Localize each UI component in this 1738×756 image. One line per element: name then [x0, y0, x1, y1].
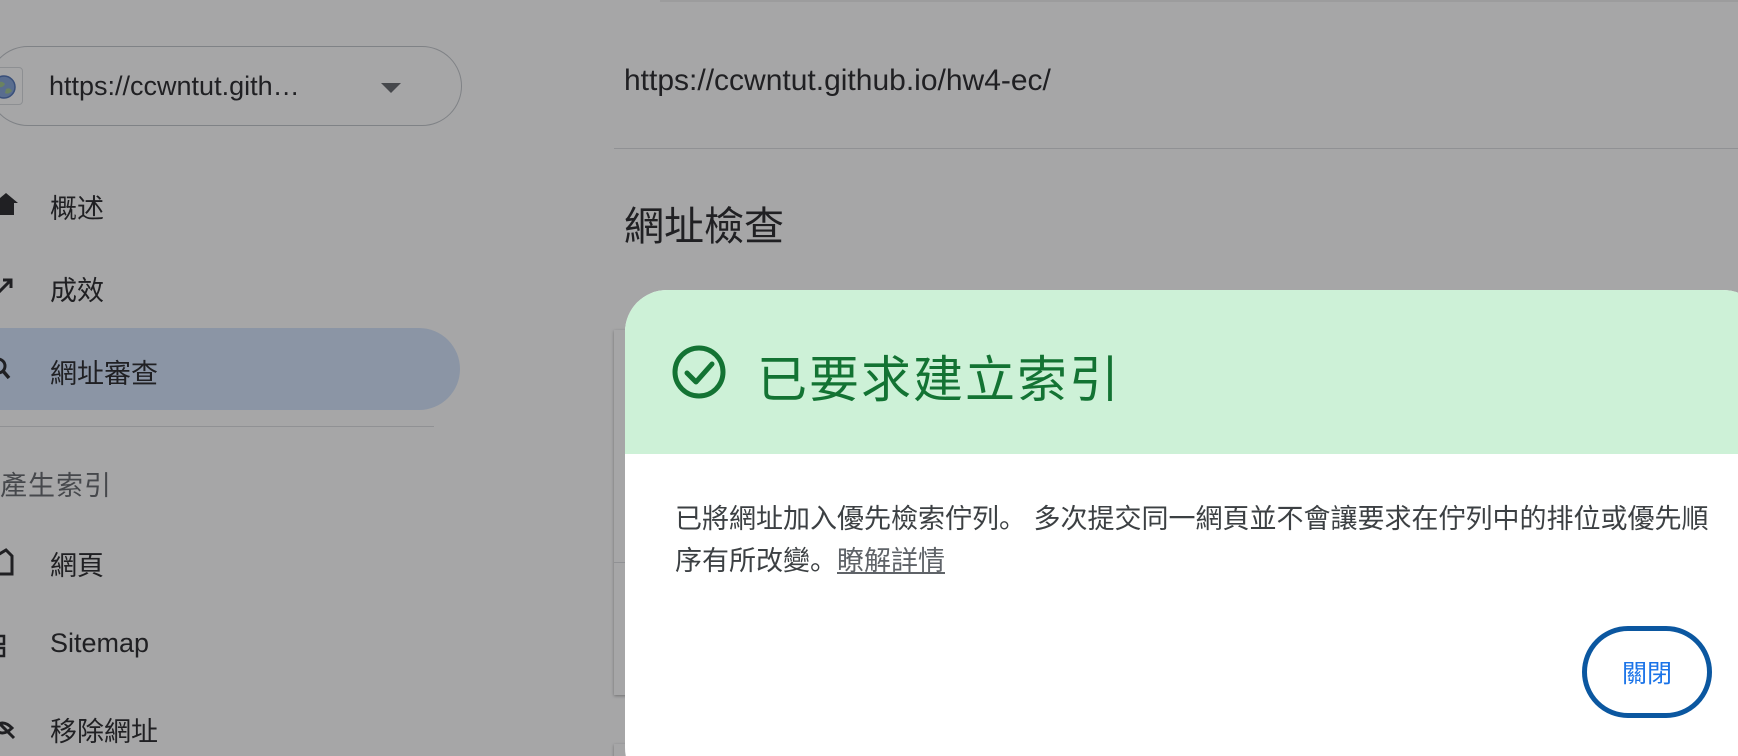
indexing-requested-dialog: 已要求建立索引 已將網址加入優先檢索佇列。 多次提交同一網頁並不會讓要求在佇列中…	[625, 290, 1738, 756]
top-strip	[660, 0, 1738, 2]
dialog-body: 已將網址加入優先檢索佇列。 多次提交同一網頁並不會讓要求在佇列中的排位或優先順序…	[675, 498, 1735, 582]
dialog-header: 已要求建立索引	[625, 290, 1738, 454]
dialog-title: 已要求建立索引	[757, 352, 1121, 408]
check-circle-icon	[671, 344, 727, 400]
dialog-message: 已將網址加入優先檢索佇列。 多次提交同一網頁並不會讓要求在佇列中的排位或優先順序…	[675, 504, 1709, 576]
learn-more-link[interactable]: 瞭解詳情	[837, 546, 945, 576]
close-button[interactable]: 關閉	[1582, 626, 1712, 718]
